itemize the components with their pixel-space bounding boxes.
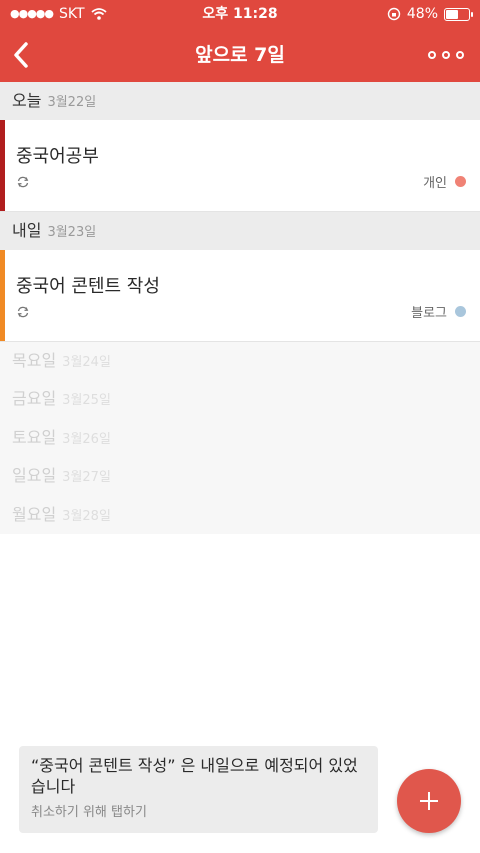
task-title: 중국어 콘텐트 작성 <box>16 276 160 297</box>
day-header-today: 오늘 3월22일 <box>0 82 480 120</box>
toast-undo-hint: 취소하기 위해 탭하기 <box>31 805 147 820</box>
category-dot <box>455 176 466 187</box>
task-item[interactable]: 중국어공부 개인 <box>0 120 480 212</box>
day-date: 3월23일 <box>47 225 97 240</box>
header: ●●●●● SKT 오후 11:28 48% 앞으로 7일 <box>0 0 480 82</box>
task-title: 중국어공부 <box>16 146 99 167</box>
task-meta: 블로그 <box>411 302 466 321</box>
status-bar: ●●●●● SKT 오후 11:28 48% <box>0 0 480 28</box>
more-dot <box>442 51 450 59</box>
future-day-date: 3월27일 <box>62 470 111 486</box>
task-category: 블로그 <box>411 306 447 321</box>
future-day-row[interactable]: 목요일 3월24일 <box>0 342 480 380</box>
task-meta: 개인 <box>423 172 466 191</box>
day-date: 3월22일 <box>47 95 97 110</box>
future-day-name: 금요일 <box>12 389 57 409</box>
future-day-row[interactable]: 금요일 3월25일 <box>0 380 480 418</box>
priority-bar <box>0 120 5 211</box>
future-day-name: 월요일 <box>12 504 57 524</box>
day-label: 오늘 <box>12 91 42 110</box>
more-dot <box>456 51 464 59</box>
future-day-row[interactable]: 토요일 3월26일 <box>0 419 480 457</box>
future-day-name: 일요일 <box>12 466 57 486</box>
future-day-name: 토요일 <box>12 427 57 447</box>
repeat-icon <box>17 306 29 318</box>
undo-toast[interactable]: “중국어 콘텐트 작성” 은 내일으로 예정되어 있었습니다 취소하기 위해 탭… <box>19 746 378 833</box>
status-right: 48% <box>387 0 473 28</box>
future-day-date: 3월25일 <box>62 393 111 409</box>
future-day-date: 3월26일 <box>62 431 111 447</box>
category-dot <box>455 306 466 317</box>
battery-fill <box>446 9 458 19</box>
battery-icon <box>444 7 473 21</box>
future-day-name: 목요일 <box>12 351 57 370</box>
future-day-row[interactable]: 일요일 3월27일 <box>0 457 480 495</box>
more-button[interactable] <box>428 46 464 64</box>
task-item[interactable]: 중국어 콘텐트 작성 블로그 <box>0 250 480 342</box>
more-dot <box>428 51 436 59</box>
day-label: 내일 <box>12 221 42 240</box>
future-day-row[interactable]: 월요일 3월28일 <box>0 496 480 534</box>
future-days-list: 목요일 3월24일 금요일 3월25일 토요일 3월26일 일요일 3월27일 월요일 3… <box>0 342 480 534</box>
future-day-date: 3월28일 <box>62 508 111 524</box>
page-title: 앞으로 7일 <box>195 44 285 66</box>
future-day-date: 3월24일 <box>62 355 111 370</box>
rotation-lock-icon <box>387 7 401 21</box>
priority-bar <box>0 250 5 341</box>
task-category: 개인 <box>423 176 447 191</box>
nav-bar: 앞으로 7일 <box>0 28 480 82</box>
battery-percent: 48% <box>406 6 438 22</box>
repeat-icon <box>17 176 29 188</box>
day-header-tomorrow: 내일 3월23일 <box>0 212 480 250</box>
toast-message: “중국어 콘텐트 작성” 은 내일으로 예정되어 있었습니다 <box>31 756 358 796</box>
add-task-button[interactable] <box>397 769 461 833</box>
